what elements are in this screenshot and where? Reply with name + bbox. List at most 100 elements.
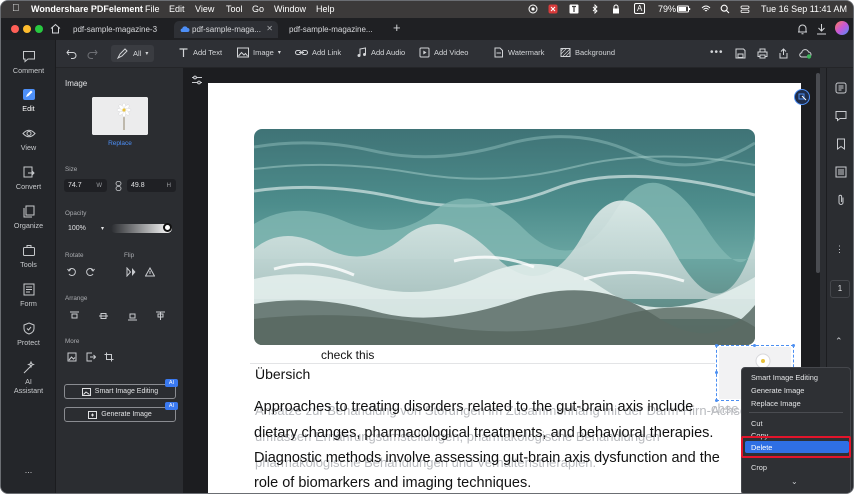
minimize-window-button[interactable] — [23, 25, 31, 33]
paragraph-line-3[interactable]: Diagnostic methods involve assessing gut… — [254, 450, 720, 466]
rail-comment[interactable]: Comment — [1, 50, 56, 75]
selection-handle[interactable] — [715, 399, 718, 402]
download-icon[interactable] — [816, 23, 827, 35]
width-input[interactable]: 74.7 W — [64, 179, 107, 192]
flip-vertical-icon[interactable] — [143, 265, 156, 278]
tab-document-3[interactable]: pdf-sample-magazine... — [281, 21, 388, 38]
menu-generate-image[interactable]: Generate Image — [751, 386, 804, 395]
add-audio-button[interactable]: Add Audio — [356, 47, 405, 58]
home-icon[interactable] — [50, 23, 61, 34]
align-top-icon[interactable] — [68, 309, 81, 322]
app-status-icon[interactable] — [548, 4, 558, 14]
thumbnails-icon[interactable] — [835, 166, 847, 178]
redo-icon[interactable] — [87, 48, 98, 59]
document-heading[interactable]: Übersich — [255, 366, 310, 382]
search-icon[interactable] — [720, 4, 730, 14]
menu-replace-image[interactable]: Replace Image — [751, 399, 801, 408]
rail-organize[interactable]: Organize — [1, 205, 56, 230]
watermark-button[interactable]: Watermark — [493, 47, 544, 58]
selection-handle[interactable] — [753, 344, 756, 347]
smart-image-editing-button[interactable]: Smart Image Editing AI — [64, 379, 178, 399]
battery-icon[interactable] — [677, 4, 691, 14]
add-text-button[interactable]: Add Text — [178, 47, 222, 58]
tab-document-2[interactable]: pdf-sample-maga... ✕ — [174, 21, 278, 38]
menu-app-name[interactable]: Wondershare PDFelement — [31, 4, 143, 14]
menu-file[interactable]: File — [145, 4, 160, 14]
vertical-scrollbar[interactable] — [816, 73, 820, 273]
rail-protect[interactable]: Protect — [1, 322, 56, 347]
undo-icon[interactable] — [66, 48, 77, 59]
page-number[interactable]: 1 — [830, 280, 850, 298]
selection-handle[interactable] — [792, 344, 795, 347]
ocean-wave-image[interactable] — [254, 129, 755, 345]
menu-view[interactable]: View — [195, 4, 214, 14]
align-bottom-icon[interactable] — [126, 309, 139, 322]
rotate-right-icon[interactable] — [83, 265, 96, 278]
pdf-page[interactable]: chse check this Übersich Ansätze zur Beh… — [208, 83, 801, 493]
tab-close-icon[interactable]: ✕ — [266, 24, 273, 33]
opacity-slider[interactable] — [111, 223, 172, 233]
flip-horizontal-icon[interactable] — [124, 265, 137, 278]
menu-window[interactable]: Window — [274, 4, 306, 14]
close-window-button[interactable] — [11, 25, 19, 33]
menu-crop[interactable]: Crop — [751, 463, 767, 472]
apple-icon[interactable]:  — [12, 3, 20, 14]
menu-scroll-down-icon[interactable]: ⌄ — [791, 477, 798, 486]
tab-document-1[interactable]: pdf-sample-magazine-3 — [65, 21, 172, 38]
rail-ai-assistant[interactable]: AI Assistant — [1, 361, 56, 395]
control-center-icon[interactable] — [740, 4, 750, 14]
paragraph-line-4[interactable]: role of biomarkers and imaging technique… — [254, 475, 531, 491]
generate-image-button[interactable]: Generate Image AI — [64, 402, 178, 422]
bookmark-icon[interactable] — [835, 138, 847, 150]
crop-icon[interactable] — [102, 350, 115, 363]
save-icon[interactable] — [735, 48, 746, 59]
pdf-app-icon[interactable] — [569, 4, 579, 14]
notification-bell-icon[interactable] — [797, 23, 808, 35]
menu-tool[interactable]: Tool — [226, 4, 243, 14]
image-button[interactable]: Image ▾ — [237, 47, 281, 58]
rail-more[interactable]: ... — [1, 465, 56, 475]
distribute-icon[interactable] — [154, 309, 167, 322]
zoom-window-button[interactable] — [35, 25, 43, 33]
rail-form[interactable]: Form — [1, 283, 56, 308]
comment-panel-icon[interactable] — [835, 110, 847, 122]
aspect-lock-icon[interactable] — [115, 181, 122, 191]
select-all-dropdown[interactable]: All ▾ — [111, 45, 155, 62]
wifi-icon[interactable] — [701, 4, 711, 14]
menu-smart-image-editing[interactable]: Smart Image Editing — [751, 373, 818, 382]
print-icon[interactable] — [757, 48, 768, 59]
background-button[interactable]: Background — [560, 47, 615, 58]
scroll-up-icon[interactable]: ⌃ — [835, 336, 843, 347]
properties-icon[interactable] — [835, 82, 847, 94]
opacity-select[interactable]: 100% ▾ — [64, 222, 106, 235]
rail-view[interactable]: View — [1, 127, 56, 152]
recording-icon[interactable] — [528, 4, 538, 14]
opacity-slider-knob[interactable] — [163, 223, 172, 232]
rail-edit[interactable]: Edit — [1, 88, 56, 113]
selection-handle[interactable] — [715, 371, 718, 374]
panel-settings-icon[interactable] — [191, 74, 203, 86]
align-middle-icon[interactable] — [97, 309, 110, 322]
rail-convert[interactable]: Convert — [1, 166, 56, 191]
rail-tools[interactable]: Tools — [1, 244, 56, 269]
export-image-icon[interactable] — [84, 350, 97, 363]
paragraph-line-1[interactable]: Approaches to treating disorders related… — [254, 399, 693, 415]
ai-floating-button[interactable] — [794, 89, 810, 105]
user-avatar[interactable] — [835, 21, 849, 35]
menu-go[interactable]: Go — [252, 4, 264, 14]
rotate-left-icon[interactable] — [65, 265, 78, 278]
image-thumbnail[interactable] — [92, 97, 148, 135]
replace-image-link[interactable]: Replace — [56, 140, 184, 147]
selection-handle[interactable] — [715, 344, 718, 347]
add-video-button[interactable]: Add Video — [419, 47, 468, 58]
cloud-sync-icon[interactable] — [799, 48, 812, 59]
bluetooth-icon[interactable] — [590, 4, 600, 14]
lock-icon[interactable] — [611, 4, 621, 14]
share-icon[interactable] — [778, 48, 789, 59]
right-rail-more-icon[interactable]: ⋮ — [835, 244, 844, 255]
add-link-button[interactable]: Add Link — [295, 47, 341, 58]
attachment-icon[interactable] — [835, 194, 847, 206]
menu-cut[interactable]: Cut — [751, 419, 763, 428]
menu-help[interactable]: Help — [316, 4, 335, 14]
paragraph-line-2[interactable]: dietary changes, pharmacological treatme… — [254, 425, 713, 441]
